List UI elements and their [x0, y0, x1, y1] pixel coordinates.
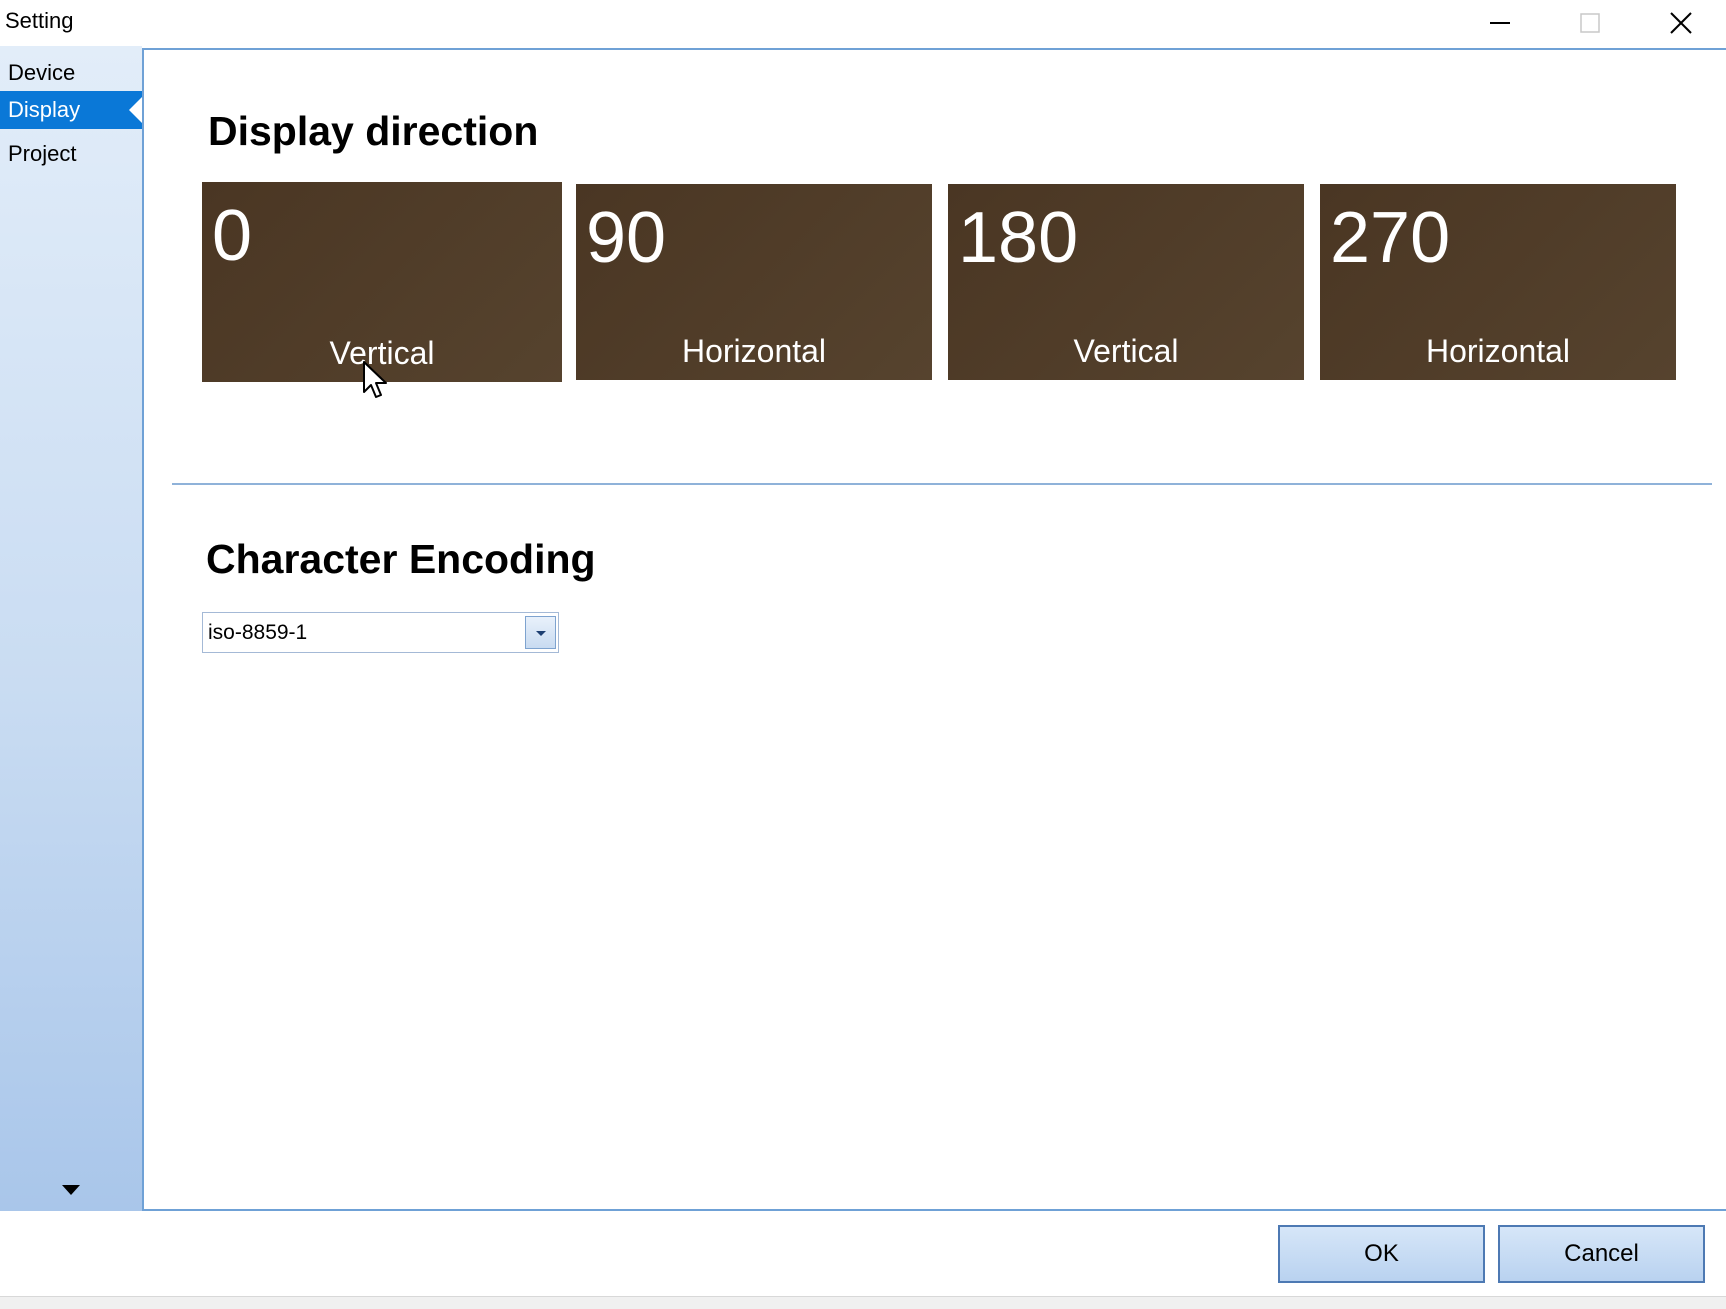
- sidebar-item-display[interactable]: Display: [0, 91, 142, 129]
- tile-orientation-label: Vertical: [1073, 333, 1179, 369]
- close-button[interactable]: [1636, 0, 1726, 46]
- encoding-select[interactable]: iso-8859-1: [202, 612, 559, 653]
- selected-indicator-icon: [129, 97, 142, 123]
- chevron-down-icon: [536, 631, 546, 636]
- sidebar-item-label: Display: [8, 97, 81, 122]
- minimize-button[interactable]: [1455, 0, 1545, 46]
- direction-tile-0[interactable]: 0 Vertical: [202, 182, 562, 382]
- sidebar-item-device[interactable]: Device: [0, 54, 142, 92]
- sidebar-item-label: Device: [8, 60, 76, 85]
- maximize-icon: [1579, 12, 1601, 34]
- minimize-icon: [1489, 12, 1511, 34]
- maximize-button[interactable]: [1545, 0, 1635, 46]
- close-icon: [1669, 11, 1693, 35]
- title-bar: Setting: [0, 0, 1726, 46]
- display-direction-title: Display direction: [208, 108, 539, 154]
- encoding-select-value: iso-8859-1: [208, 621, 308, 644]
- direction-tile-180[interactable]: 180 Vertical: [948, 184, 1304, 380]
- direction-tile-90[interactable]: 90 Horizontal: [576, 184, 932, 380]
- tile-orientation-label: Horizontal: [1425, 333, 1571, 369]
- window-bottom-edge: [0, 1296, 1726, 1309]
- tile-degree: 270: [1330, 198, 1451, 278]
- section-divider: [172, 483, 1712, 485]
- tile-degree: 0: [212, 196, 253, 276]
- sidebar-nav: Device Display Project: [0, 46, 142, 1211]
- direction-tile-270[interactable]: 270 Horizontal: [1320, 184, 1676, 380]
- sidebar-item-label: Project: [8, 141, 77, 166]
- dropdown-button[interactable]: [525, 616, 556, 649]
- cancel-button[interactable]: Cancel: [1498, 1225, 1705, 1283]
- ok-button[interactable]: OK: [1278, 1225, 1485, 1283]
- character-encoding-title: Character Encoding: [206, 536, 596, 582]
- tile-degree: 180: [958, 198, 1079, 278]
- window-title: Setting: [5, 8, 74, 33]
- chevron-down-icon[interactable]: [62, 1185, 80, 1195]
- mouse-cursor-icon: [362, 360, 390, 409]
- tile-orientation-label: Horizontal: [681, 333, 827, 369]
- tile-degree: 90: [586, 198, 667, 278]
- sidebar-item-project[interactable]: Project: [0, 135, 142, 173]
